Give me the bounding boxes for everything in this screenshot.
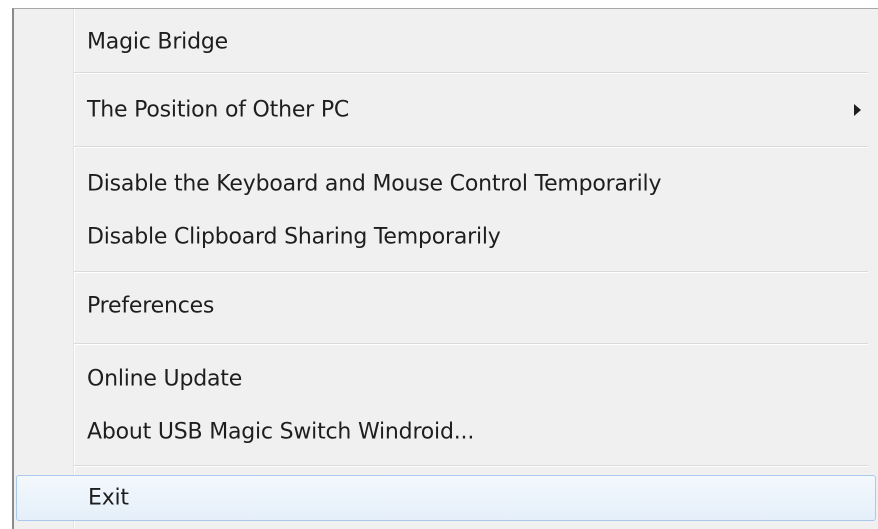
menu-item-label: The Position of Other PC	[87, 97, 350, 123]
menu-separator	[74, 271, 868, 273]
menu-item-about[interactable]: About USB Magic Switch Windroid...	[14, 409, 878, 455]
menu-item-label: Exit	[88, 485, 129, 511]
menu-item-preferences[interactable]: Preferences	[14, 283, 878, 329]
menu-separator	[74, 72, 868, 74]
menu-separator	[74, 465, 868, 467]
menu-item-label: About USB Magic Switch Windroid...	[87, 419, 475, 445]
menu-item-label: Preferences	[87, 293, 215, 319]
menu-item-label: Disable Clipboard Sharing Temporarily	[87, 224, 501, 250]
menu-separator	[74, 343, 868, 345]
menu-item-label: Disable the Keyboard and Mouse Control T…	[87, 171, 662, 197]
menu-item-label: Online Update	[87, 366, 243, 392]
context-menu: Magic Bridge The Position of Other PC Di…	[12, 8, 878, 529]
menu-item-disable-clipboard-sharing[interactable]: Disable Clipboard Sharing Temporarily	[14, 214, 878, 260]
menu-item-magic-bridge[interactable]: Magic Bridge	[14, 19, 878, 65]
menu-item-label: Magic Bridge	[87, 29, 228, 55]
menu-item-disable-keyboard-mouse[interactable]: Disable the Keyboard and Mouse Control T…	[14, 161, 878, 207]
menu-item-online-update[interactable]: Online Update	[14, 356, 878, 402]
submenu-arrow-icon	[854, 104, 861, 116]
menu-item-position-of-other-pc[interactable]: The Position of Other PC	[14, 87, 878, 133]
menu-separator	[74, 146, 868, 148]
menu-item-exit[interactable]: Exit	[16, 475, 876, 521]
